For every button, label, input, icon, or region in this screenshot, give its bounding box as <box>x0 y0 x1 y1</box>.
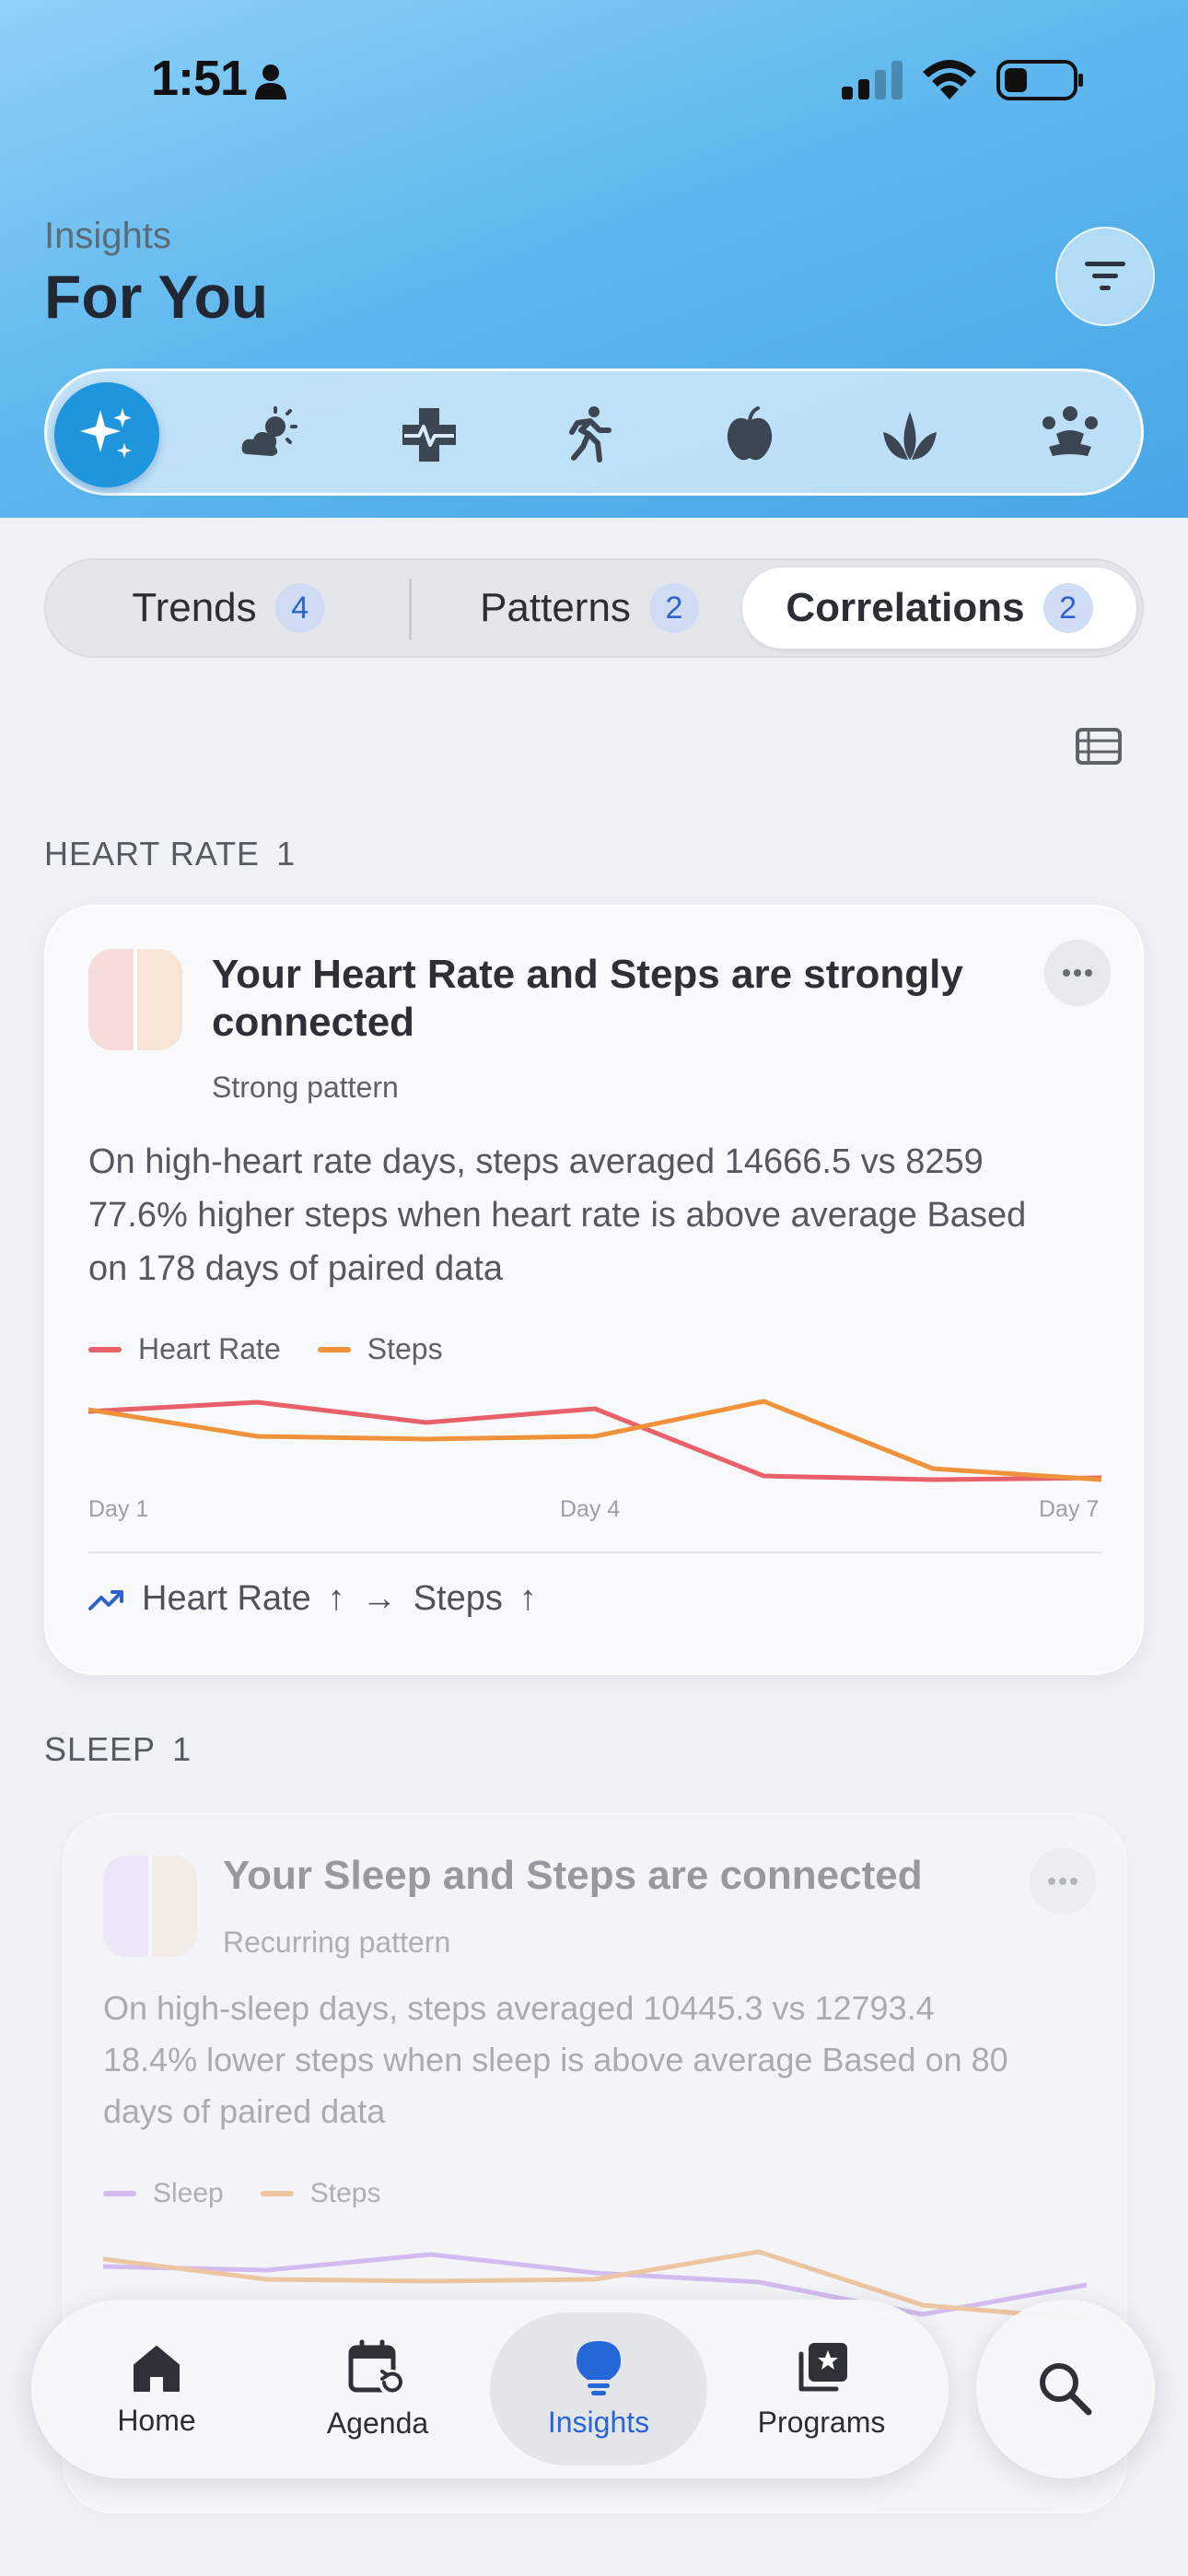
search-button[interactable] <box>976 2300 1155 2478</box>
tab-label: Programs <box>757 2405 886 2439</box>
x-tick-label: Day 1 <box>88 1496 149 1522</box>
tab-patterns[interactable]: Patterns 2 <box>433 568 746 649</box>
page-title: For You <box>44 263 269 331</box>
card-title: Your Sleep and Steps are connected <box>223 1853 923 1898</box>
correlation-from: Heart Rate <box>142 1579 311 1618</box>
legend-label: Sleep <box>153 2178 224 2208</box>
legend-swatch <box>317 1346 351 1352</box>
category-activity[interactable] <box>537 382 642 487</box>
tab-insights[interactable]: Insights <box>490 2313 707 2465</box>
calendar-icon <box>348 2339 404 2395</box>
wifi-icon <box>923 60 976 100</box>
card-description: On high-heart rate days, steps averaged … <box>88 1142 1027 1288</box>
chart-legend: Heart Rate Steps <box>88 1332 443 1366</box>
insight-type-tabs: Trends 4 Patterns 2 Correlations 2 <box>44 558 1144 658</box>
category-selector <box>44 369 1144 496</box>
card-pattern-label: Recurring pattern <box>223 1926 451 1959</box>
section-title: HEART RATE <box>44 835 261 872</box>
category-mindfulness[interactable] <box>857 382 962 487</box>
programs-icon <box>798 2342 847 2391</box>
legend-label: Steps <box>367 1332 443 1365</box>
count-badge: 2 <box>1042 583 1093 633</box>
ellipsis-icon <box>1063 969 1092 977</box>
home-icon <box>134 2345 180 2392</box>
divider <box>409 579 412 639</box>
correlation-line-chart <box>88 1399 1101 1482</box>
ellipsis-icon <box>1048 1878 1077 1885</box>
legend-label: Steps <box>309 2178 381 2208</box>
legend-item-steps: Steps <box>317 1332 443 1366</box>
arrow-right-icon: → <box>361 1579 397 1618</box>
cellular-signal-icon <box>842 61 903 100</box>
sparkles-icon <box>80 408 132 458</box>
section-count: 1 <box>276 835 297 872</box>
section-header-heart-rate: HEART RATE 1 <box>44 835 296 873</box>
correlation-direction: Heart Rate ↑ → Steps ↑ <box>88 1579 537 1619</box>
apple-icon <box>727 406 773 461</box>
series-line-steps <box>88 1399 1101 1482</box>
section-count: 1 <box>172 1730 192 1768</box>
category-all[interactable] <box>54 382 159 487</box>
tab-label: Correlations <box>786 585 1025 630</box>
arrow-up-icon: ↑ <box>518 1579 537 1618</box>
x-tick-label: Day 7 <box>1039 1496 1100 1522</box>
health-cross-icon <box>402 408 456 462</box>
category-health[interactable] <box>377 382 482 487</box>
card-thumbnail <box>103 1856 197 1957</box>
arrow-up-icon: ↑ <box>327 1579 345 1618</box>
more-options-button[interactable] <box>1030 1848 1096 1914</box>
legend-swatch <box>88 1346 122 1352</box>
tab-label: Trends <box>132 585 257 630</box>
section-header-sleep: SLEEP 1 <box>44 1730 192 1769</box>
person-icon <box>255 64 286 100</box>
x-tick-label: Day 4 <box>560 1496 621 1522</box>
tab-correlations[interactable]: Correlations 2 <box>742 568 1136 649</box>
legend-item-heart-rate: Heart Rate <box>88 1332 281 1366</box>
tab-agenda[interactable]: Agenda <box>269 2313 486 2465</box>
lightbulb-icon <box>577 2340 621 2395</box>
section-title: SLEEP <box>44 1730 157 1768</box>
status-time: 1:51 <box>151 51 248 106</box>
list-view-icon[interactable] <box>1076 728 1122 765</box>
weather-sun-icon <box>241 406 297 456</box>
running-person-icon <box>569 406 611 463</box>
leaf-icon <box>883 412 937 460</box>
card-title: Your Heart Rate and Steps are strongly c… <box>212 952 963 1045</box>
tab-label: Insights <box>547 2405 650 2439</box>
tab-home[interactable]: Home <box>48 2313 265 2465</box>
legend-item-steps: Steps <box>260 2178 381 2209</box>
card-pattern-label: Strong pattern <box>212 1071 399 1104</box>
category-wellness[interactable] <box>1018 382 1123 487</box>
divider <box>88 1551 1101 1553</box>
tab-label: Home <box>117 2403 196 2437</box>
tab-programs[interactable]: Programs <box>713 2313 930 2465</box>
trending-up-icon <box>88 1589 123 1610</box>
card-thumbnail <box>88 949 182 1050</box>
legend-label: Heart Rate <box>138 1332 281 1365</box>
count-badge: 4 <box>274 583 325 633</box>
legend-item-sleep: Sleep <box>103 2178 224 2209</box>
meditation-icon <box>1042 406 1098 456</box>
page-subtitle: Insights <box>44 216 171 256</box>
category-weather[interactable] <box>216 382 321 487</box>
battery-icon <box>996 60 1083 100</box>
more-options-button[interactable] <box>1044 940 1111 1006</box>
chart-legend: Sleep Steps <box>103 2178 380 2209</box>
card-description: On high-sleep days, steps averaged 10445… <box>103 1989 1008 2130</box>
tab-trends[interactable]: Trends 4 <box>83 568 374 649</box>
category-nutrition[interactable] <box>697 382 802 487</box>
filter-icon <box>1085 262 1125 290</box>
correlation-to: Steps <box>413 1579 503 1618</box>
bottom-tab-bar: Home Agenda Insights Programs <box>31 2300 949 2478</box>
legend-swatch <box>103 2191 136 2196</box>
legend-swatch <box>260 2191 294 2196</box>
count-badge: 2 <box>648 583 699 633</box>
insight-card-heart-rate-steps[interactable]: Your Heart Rate and Steps are strongly c… <box>44 905 1144 1675</box>
filter-button[interactable] <box>1055 227 1155 326</box>
search-icon <box>1040 2363 1092 2416</box>
tab-label: Patterns <box>480 585 631 630</box>
tab-label: Agenda <box>326 2406 429 2440</box>
